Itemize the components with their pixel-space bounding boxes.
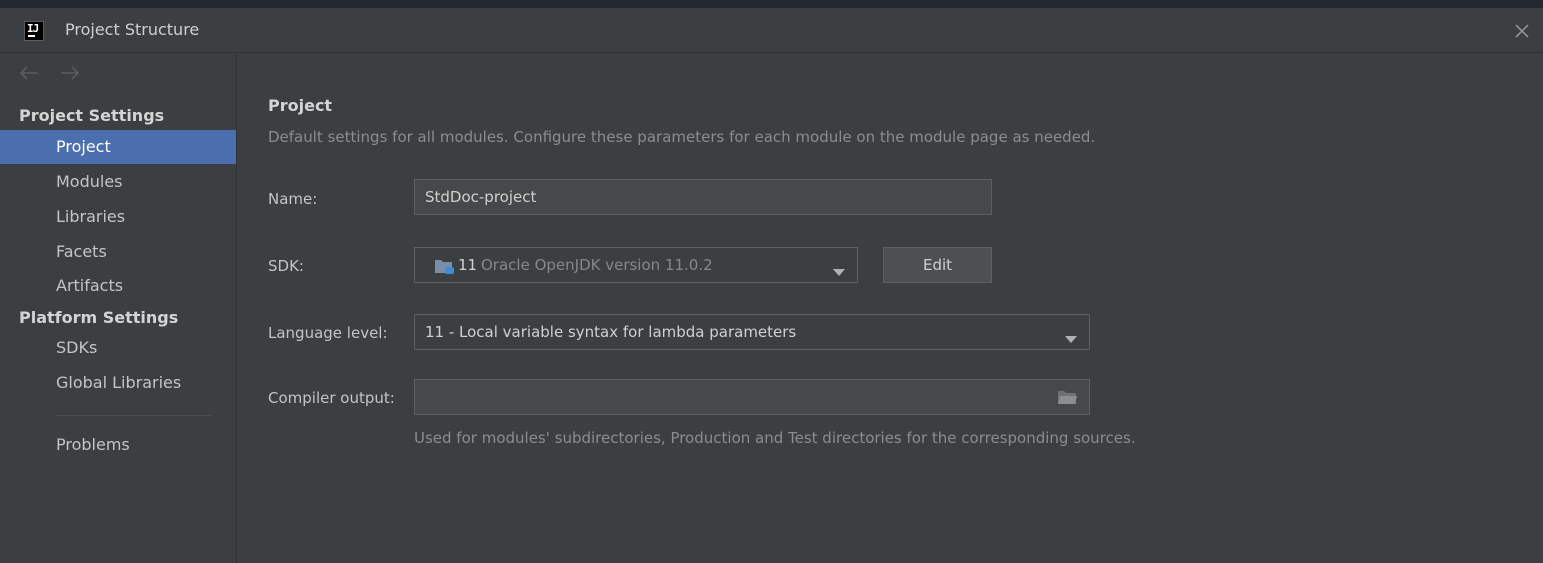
sidebar-item-global-libraries[interactable]: Global Libraries — [0, 366, 236, 400]
sidebar-item-artifacts[interactable]: Artifacts — [0, 269, 236, 303]
sdk-label: SDK: — [268, 257, 304, 275]
history-navigation — [18, 65, 95, 85]
close-icon[interactable] — [1511, 20, 1533, 42]
sidebar-header-project-settings: Project Settings — [19, 106, 165, 125]
language-level-dropdown[interactable]: 11 - Local variable syntax for lambda pa… — [414, 314, 1090, 350]
title-bar: IJ Project Structure — [0, 8, 1543, 53]
sidebar-header-platform-settings: Platform Settings — [19, 308, 179, 327]
sdk-dropdown[interactable]: 11 Oracle OpenJDK version 11.0.2 — [414, 247, 858, 283]
name-label: Name: — [268, 190, 318, 208]
folder-icon[interactable] — [1057, 389, 1077, 405]
sidebar-item-project[interactable]: Project — [0, 130, 236, 164]
compiler-output-input[interactable] — [414, 379, 1090, 415]
language-level-value: 11 - Local variable syntax for lambda pa… — [425, 323, 797, 341]
window-top-strip — [0, 0, 1543, 8]
language-level-label: Language level: — [268, 324, 388, 342]
page-description: Default settings for all modules. Config… — [268, 128, 1096, 146]
project-name-input[interactable]: StdDoc-project — [414, 179, 992, 215]
intellij-app-icon: IJ — [24, 21, 44, 41]
compiler-output-label: Compiler output: — [268, 389, 395, 407]
app-icon-text: IJ — [27, 22, 39, 35]
sidebar-item-facets[interactable]: Facets — [0, 235, 236, 269]
compiler-output-hint: Used for modules' subdirectories, Produc… — [414, 429, 1136, 447]
arrow-left-icon[interactable] — [18, 65, 40, 81]
edit-sdk-button[interactable]: Edit — [883, 247, 992, 283]
sdk-name: Oracle OpenJDK version 11.0.2 — [481, 256, 713, 274]
arrow-right-icon[interactable] — [59, 65, 81, 81]
chevron-down-icon — [1065, 329, 1077, 343]
page-title: Project — [268, 96, 333, 115]
sidebar-item-libraries[interactable]: Libraries — [0, 200, 236, 234]
sidebar-divider — [56, 415, 212, 416]
project-settings-panel: Project Default settings for all modules… — [237, 53, 1543, 563]
sidebar: Project Settings Project Modules Librari… — [0, 53, 237, 563]
sidebar-item-sdks[interactable]: SDKs — [0, 331, 236, 365]
sidebar-item-problems[interactable]: Problems — [0, 428, 236, 462]
sidebar-item-modules[interactable]: Modules — [0, 165, 236, 199]
chevron-down-icon — [833, 262, 845, 276]
sdk-version: 11 — [458, 256, 478, 274]
window-title: Project Structure — [65, 20, 200, 39]
sdk-folder-icon — [434, 257, 454, 275]
